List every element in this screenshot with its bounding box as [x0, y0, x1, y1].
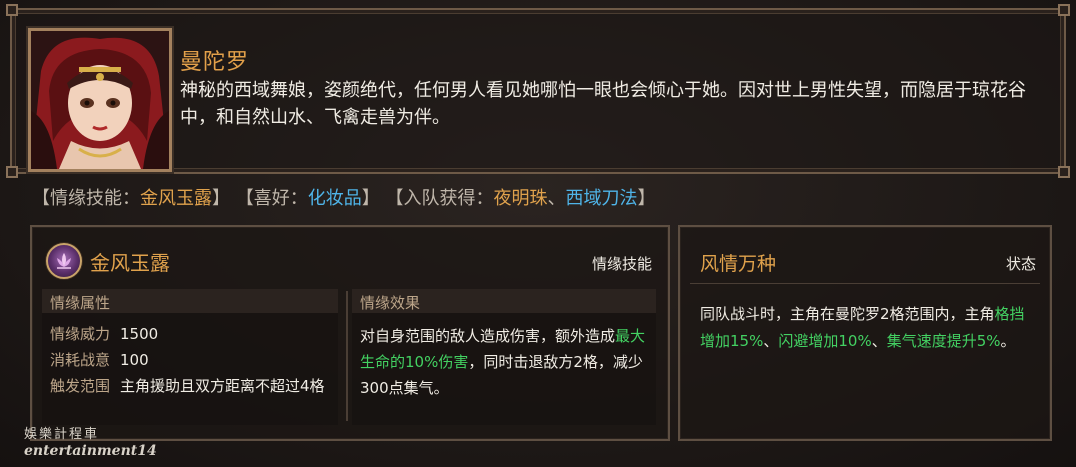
hobby-bracket-end: 】	[361, 188, 380, 209]
character-name: 曼陀罗	[180, 50, 250, 75]
state-text-end: 。	[1000, 332, 1016, 350]
state-title: 风情万种	[700, 253, 777, 275]
join-item-sword-art[interactable]: 西域刀法	[565, 188, 637, 209]
attribute-row: 消耗战意 100	[50, 349, 149, 370]
state-separator: 、	[871, 332, 887, 350]
frame-corner-ornament	[6, 4, 18, 16]
skill-label: 【情缘技能：	[32, 188, 140, 209]
skill-title: 金风玉露	[90, 251, 170, 275]
character-portrait	[28, 28, 172, 172]
frame-corner-ornament	[1058, 4, 1070, 16]
skill-bracket-end: 】	[212, 188, 230, 209]
state-separator: 、	[763, 332, 779, 350]
skill-attributes-section: 情缘属性 情缘威力 1500 消耗战意 100 触发范围 主角援助且双方距离不超过4格	[42, 289, 338, 425]
attribute-key: 触发范围	[50, 377, 111, 395]
effect-header: 情缘效果	[352, 289, 656, 313]
state-highlight-dodge: 闪避增加10%	[778, 332, 872, 350]
skill-link[interactable]: 金风玉露	[140, 188, 212, 209]
state-text: 同队战斗时，主角在曼陀罗2格范围内，主角	[700, 305, 995, 323]
attribute-value: 100	[120, 351, 149, 369]
join-bracket-end: 】	[637, 188, 656, 209]
attributes-header: 情缘属性	[42, 289, 338, 313]
frame-corner-ornament	[6, 166, 18, 178]
skill-type-label: 情缘技能	[591, 255, 652, 273]
effect-text: 对自身范围的敌人造成伤害，额外造成	[360, 327, 616, 345]
attribute-value: 主角援助且双方距离不超过4格	[120, 377, 325, 395]
skill-panel: 金风玉露 情缘技能 情缘属性 情缘威力 1500 消耗战意 100 触发范围 主角援助…	[30, 225, 670, 441]
character-description: 神秘的西域舞娘，姿颜绝代，任何男人看见她哪怕一眼也会倾心于她。因对世上男性失望，…	[180, 80, 1026, 128]
attribute-row: 情缘威力 1500	[50, 323, 158, 344]
state-type-label: 状态	[1005, 255, 1036, 273]
effect-description: 对自身范围的敌人造成伤害，额外造成最大生命的10%伤害，同时击退敌方2格，减少3…	[360, 323, 650, 401]
watermark-line2: entertainment14	[24, 443, 157, 459]
portrait-art	[31, 31, 169, 169]
hobby-link[interactable]: 化妆品	[308, 188, 362, 209]
character-info-line: 【情缘技能：金风玉露】 【喜好：化妆品】 【入队获得：夜明珠、西域刀法】	[32, 184, 655, 210]
watermark-line1: 娛樂計程車	[24, 427, 100, 442]
state-description: 同队战斗时，主角在曼陀罗2格范围内，主角格挡增加15%、闪避增加10%、集气速度…	[700, 301, 1036, 355]
lotus-icon	[57, 253, 71, 269]
effect-header-label: 情缘效果	[360, 294, 421, 312]
attribute-key: 消耗战意	[50, 351, 111, 369]
attribute-row: 触发范围 主角援助且双方距离不超过4格	[50, 375, 325, 396]
join-label: 【入队获得：	[385, 188, 494, 209]
state-panel: 风情万种 状态 同队战斗时，主角在曼陀罗2格范围内，主角格挡增加15%、闪避增加…	[678, 225, 1052, 441]
skill-effect-section: 情缘效果 对自身范围的敌人造成伤害，额外造成最大生命的10%伤害，同时击退敌方2…	[352, 289, 656, 425]
frame-corner-ornament	[1058, 166, 1070, 178]
state-divider	[690, 283, 1040, 284]
section-divider	[346, 291, 348, 421]
hobby-label: 【喜好：	[235, 188, 308, 209]
lotus-skill-icon	[46, 243, 82, 279]
watermark: 娛樂計程車 entertainment14	[24, 426, 157, 460]
join-item-pearl[interactable]: 夜明珠	[493, 188, 547, 209]
state-highlight-charge: 集气速度提升5%	[886, 332, 1001, 350]
attributes-header-label: 情缘属性	[50, 294, 111, 312]
join-separator: 、	[547, 188, 566, 209]
attribute-key: 情缘威力	[50, 325, 111, 343]
attribute-value: 1500	[120, 325, 159, 343]
